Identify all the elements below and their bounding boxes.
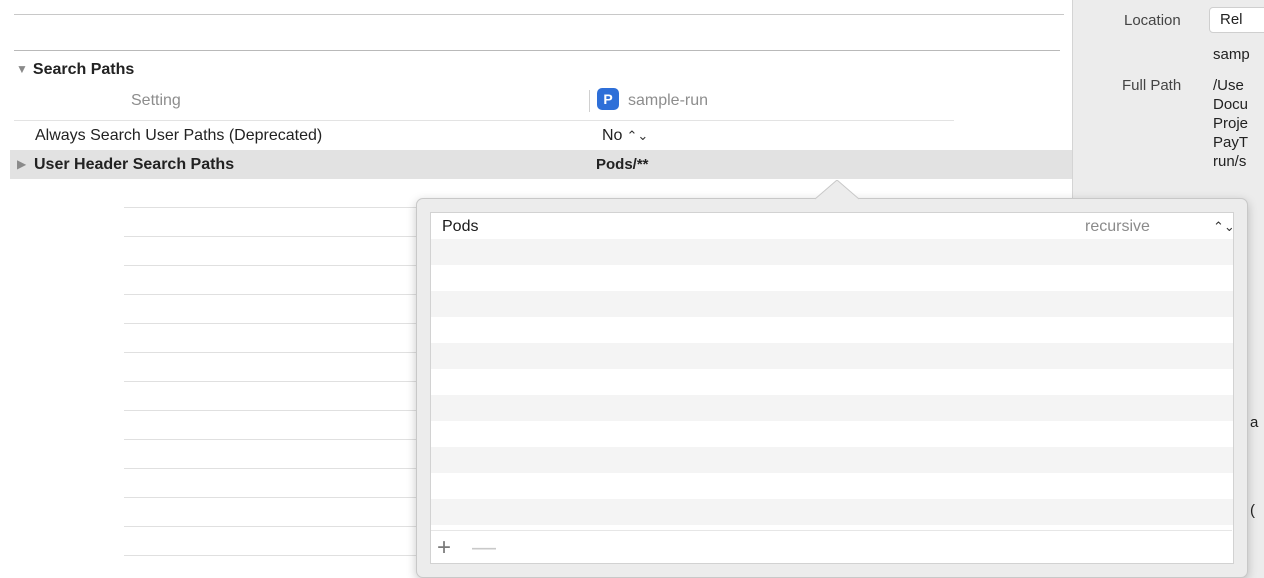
empty-row-line [124, 381, 420, 382]
setting-label-always-search-user-paths: Always Search User Paths (Deprecated) [35, 127, 323, 144]
empty-row-line [124, 294, 420, 295]
empty-row-line [124, 439, 420, 440]
empty-row-line [124, 236, 420, 237]
empty-row-line [124, 265, 420, 266]
paths-table [430, 212, 1234, 564]
paths-table-row[interactable] [431, 317, 1233, 343]
location-label: Location [1124, 12, 1181, 29]
setting-value-user-header-search-paths[interactable]: Pods/** [596, 156, 649, 173]
paths-table-row[interactable] [431, 369, 1233, 395]
add-path-button[interactable]: + [437, 534, 451, 562]
disclosure-down-icon[interactable]: ▼ [16, 62, 28, 76]
full-path-label: Full Path [1122, 77, 1182, 94]
partial-text: ( [1250, 502, 1255, 519]
popover-arrow [815, 180, 859, 200]
target-app-icon: P [597, 88, 619, 110]
paths-table-row[interactable] [431, 291, 1233, 317]
remove-path-button[interactable]: — [472, 534, 496, 562]
toolbar-divider [431, 530, 1232, 531]
section-header-search-paths[interactable]: ▼ Search Paths [16, 61, 134, 79]
paths-table-row[interactable] [431, 343, 1233, 369]
empty-row-line [124, 497, 420, 498]
full-path-line: Proje [1213, 115, 1249, 132]
full-path-line: run/s [1213, 153, 1247, 170]
disclosure-right-icon[interactable]: ▶ [17, 157, 26, 171]
column-header-setting[interactable]: Setting [131, 92, 181, 110]
empty-row-line [124, 526, 420, 527]
partial-text: a [1250, 414, 1259, 431]
full-path-line: PayT [1213, 134, 1249, 151]
paths-table-row[interactable] [431, 395, 1233, 421]
stepper-icon[interactable]: ⌃⌄ [626, 128, 648, 143]
empty-row-line [124, 410, 420, 411]
paths-table-row[interactable] [431, 265, 1233, 291]
empty-row-line [124, 352, 420, 353]
header-divider [14, 120, 954, 121]
column-header-target[interactable]: sample-run [628, 92, 708, 110]
paths-table-row[interactable] [431, 499, 1233, 525]
full-path-line: Docu [1213, 96, 1249, 113]
paths-table-row[interactable] [431, 239, 1233, 265]
setting-value-always-search-user-paths[interactable]: No ⌃⌄ [602, 127, 648, 145]
empty-row-line [124, 468, 420, 469]
recursive-popup[interactable]: recursive [1085, 218, 1150, 236]
full-path-line: /Use [1213, 77, 1244, 94]
column-divider [589, 90, 590, 112]
empty-row-line [124, 207, 420, 208]
location-popup[interactable]: Rel [1209, 7, 1264, 33]
section-title: Search Paths [32, 61, 135, 78]
empty-row-line [124, 323, 420, 324]
paths-table-row[interactable] [431, 473, 1233, 499]
paths-table-row[interactable] [431, 421, 1233, 447]
top-divider [14, 14, 1064, 15]
section-divider [14, 50, 1060, 51]
paths-table-row[interactable] [431, 447, 1233, 473]
path-entry-field[interactable]: Pods [442, 218, 478, 236]
stepper-icon[interactable]: ⌃⌄ [1213, 219, 1235, 235]
empty-row-line [124, 555, 420, 556]
setting-label-user-header-search-paths: User Header Search Paths [34, 156, 235, 173]
value-text: No [602, 127, 623, 144]
location-filename: samp [1213, 46, 1250, 63]
